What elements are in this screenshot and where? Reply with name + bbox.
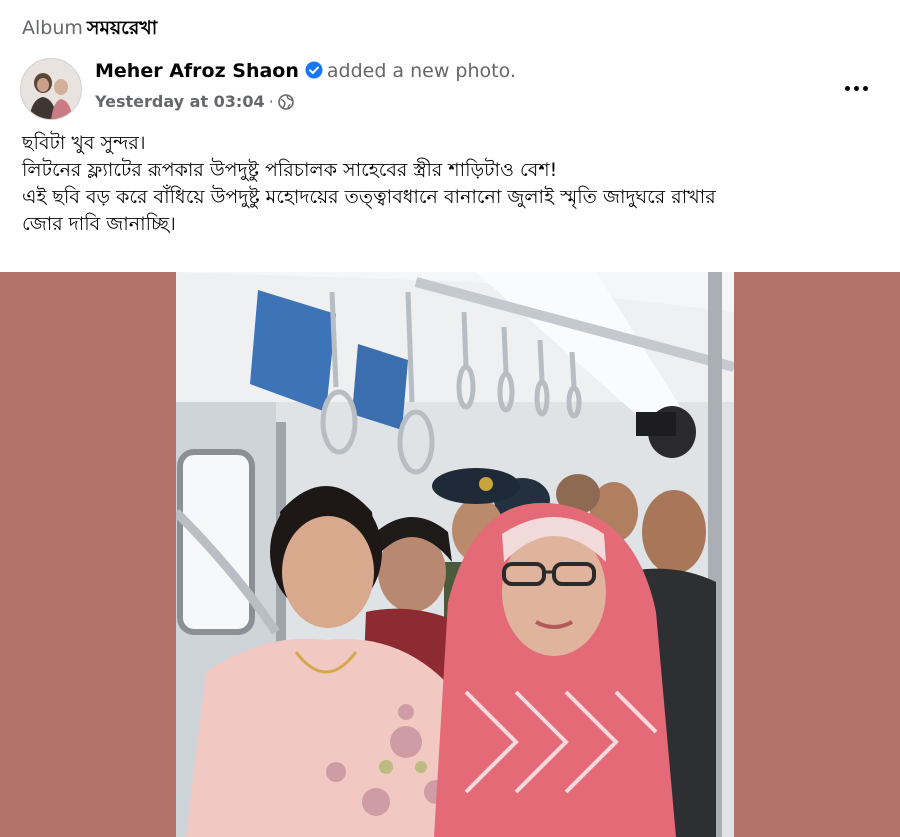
album-prefix: Album	[22, 17, 83, 39]
photo-backdrop	[0, 272, 900, 837]
post-text-line: এই ছবি বড় করে বাঁধিয়ে উপদুষ্টু মহোদয়ে…	[22, 186, 716, 208]
post-text-line: জোর দাবি জানাচ্ছি।	[22, 213, 176, 235]
post-text-line: ছবিটা খুব সুন্দর।	[22, 132, 146, 154]
author-name-link[interactable]: Meher Afroz Shaon	[95, 60, 299, 82]
post-meta: Yesterday at 03:04 ·	[95, 92, 294, 114]
post-text-line: লিটনের ফ্ল্যাটের রূপকার উপদুষ্টু পরিচালক…	[22, 159, 558, 181]
post-message: ছবিটা খুব সুন্দর। লিটনের ফ্ল্যাটের রূপকা…	[22, 130, 882, 238]
post-action-text: added a new photo.	[326, 60, 516, 82]
post-header: Meher Afroz Shaon added a new photo. Yest…	[20, 58, 880, 122]
verified-badge-icon	[305, 61, 323, 84]
author-line: Meher Afroz Shaon added a new photo.	[95, 60, 516, 84]
meta-separator: ·	[268, 92, 274, 111]
timestamp-link[interactable]: Yesterday at 03:04	[95, 92, 265, 111]
more-options-button[interactable]	[838, 74, 874, 102]
photo-illustration	[176, 272, 734, 837]
more-dot	[862, 85, 868, 91]
album-name-link[interactable]: সময়রেখা	[87, 17, 157, 39]
more-horizontal-icon	[844, 85, 850, 91]
album-header: Album সময়রেখা	[22, 14, 157, 46]
post-photo[interactable]	[176, 272, 734, 837]
more-dot	[853, 85, 859, 91]
avatar[interactable]	[20, 58, 82, 120]
globe-icon[interactable]	[277, 94, 294, 114]
